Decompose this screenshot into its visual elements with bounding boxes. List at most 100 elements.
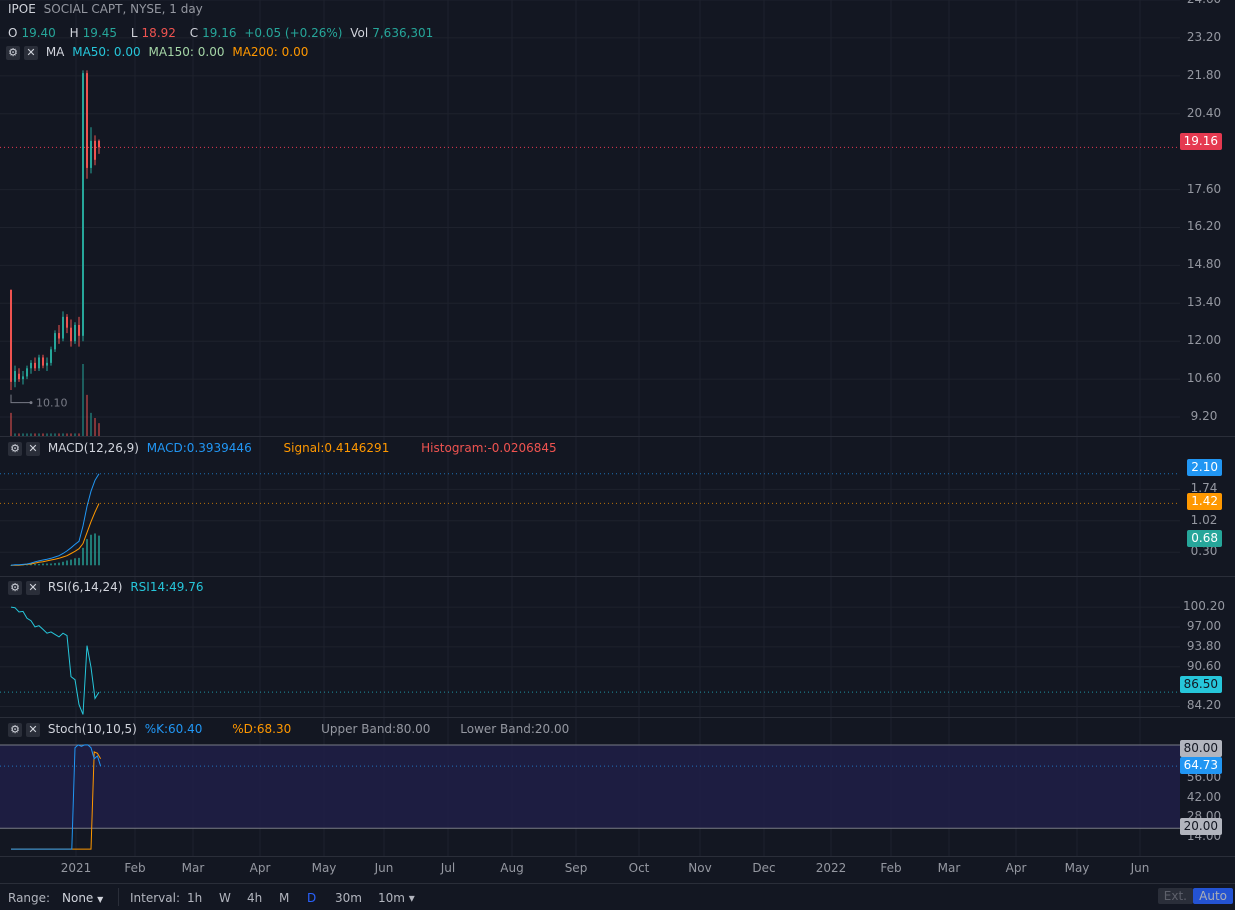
high-label: H [69,26,79,40]
settings-icon[interactable]: ⚙ [8,722,22,737]
macd-name: MACD(12,26,9) [47,441,139,455]
candle-body [14,371,16,382]
time-axis-label: May [311,861,337,875]
signal-value: Signal:0.4146291 [283,441,390,455]
close-icon[interactable]: ✕ [26,722,40,737]
macd-axis-label: 1.02 [1190,512,1218,527]
candle-body [54,333,56,350]
macd-legend: ⚙ ✕ MACD(12,26,9) MACD:0.3939446 Signal:0… [8,439,561,457]
histogram-last-tag: 0.68 [1187,530,1222,547]
macd-histogram-bar [74,558,76,566]
signal-last-tag: 1.42 [1187,493,1222,510]
macd-histogram-bar [58,562,60,566]
volume-value: 7,636,301 [372,26,434,40]
volume-bar [14,433,16,436]
stoch-name: Stoch(10,10,5) [47,722,137,736]
interval-button-4h[interactable]: 4h [247,891,262,905]
price-axis-label: 12.00 [1186,333,1222,348]
candle-body [74,324,76,342]
stoch-upper-tag: 80.00 [1179,740,1222,757]
stoch-axis-label: 42.00 [1186,789,1222,804]
volume-bar [66,433,68,436]
candle-body [46,362,48,366]
candle-body [82,73,84,336]
close-icon[interactable]: ✕ [26,441,40,456]
interval-button-W[interactable]: W [219,891,231,905]
interval-button-10m[interactable]: 10m ▾ [378,891,415,905]
volume-bar [34,433,36,436]
rsi-legend: ⚙ ✕ RSI(6,14,24) RSI14:49.76 [8,578,208,596]
macd-histogram-bar [86,539,88,566]
price-axis-label: 17.60 [1186,181,1222,196]
ext-button[interactable]: Ext. [1157,888,1193,904]
volume-bar [58,433,60,436]
rsi-axis-label: 97.00 [1186,618,1222,633]
interval-button-30m[interactable]: 30m [335,891,362,905]
macd-line [10,473,100,566]
volume-bar [18,433,20,436]
interval-button-1h[interactable]: 1h [187,891,202,905]
candle-body [30,362,32,369]
interval-button-M[interactable]: M [279,891,289,905]
close-icon[interactable]: ✕ [26,580,40,595]
histogram-value: Histogram:-0.0206845 [421,441,557,455]
divider [118,888,119,906]
macd-histogram-bar [62,561,64,566]
ma150-value: MA150: 0.00 [148,45,225,59]
settings-icon[interactable]: ⚙ [8,580,22,595]
rsi-axis-label: 100.20 [1183,599,1225,614]
settings-icon[interactable]: ⚙ [8,441,22,456]
close-icon[interactable]: ✕ [24,45,38,60]
macd-histogram-bar [94,533,96,566]
candle-body [18,373,20,380]
macd-histogram-bar [46,563,48,566]
volume-bar [22,433,24,436]
ma-legend: ⚙ ✕ MA MA50: 0.00 MA150: 0.00 MA200: 0.00 [6,43,312,61]
time-axis-label: Feb [124,861,146,875]
symbol-description: SOCIAL CAPT, NYSE, 1 day [43,2,203,16]
auto-button[interactable]: Auto [1193,888,1233,904]
macd-last-tag: 2.10 [1187,459,1222,476]
volume-bar [46,433,48,436]
volume-bar [86,394,88,436]
price-axis-label: 21.80 [1186,67,1222,82]
range-value: None [62,891,94,905]
stoch-d-value: %D:68.30 [232,722,292,736]
time-axis-label: May [1064,861,1090,875]
time-axis-label: 2022 [815,861,847,875]
candle-body [10,289,12,382]
time-axis-label: Aug [500,861,524,875]
range-select[interactable]: None ▼ [62,891,103,905]
candle-body [66,316,68,328]
candle-body [98,140,100,148]
candle-body [50,349,52,363]
volume-bar [50,433,52,436]
time-axis-label: Sep [564,861,588,875]
candle-body [78,324,80,336]
price-axis-label: 14.80 [1186,257,1222,272]
volume-bar [82,364,84,436]
low-marker-label: 10.10 [36,397,68,410]
candle-body [70,327,72,342]
settings-icon[interactable]: ⚙ [6,45,20,60]
time-axis-label: Apr [249,861,271,875]
volume-bar [30,433,32,436]
price-axis-label: 24.60 [1176,0,1232,6]
time-axis-label: Nov [688,861,712,875]
symbol-legend: IPOE SOCIAL CAPT, NYSE, 1 day [8,0,207,18]
candle-body [42,357,44,366]
macd-histogram-bar [70,559,72,566]
interval-button-D[interactable]: D [307,891,316,905]
stoch-legend: ⚙ ✕ Stoch(10,10,5) %K:60.40 %D:68.30 Uppe… [8,720,573,738]
macd-histogram-bar [66,560,68,566]
time-axis-label: Jun [1130,861,1150,875]
ohlc-legend: O 19.40 H 19.45 L 18.92 C 19.16 +0.05 (+0.26… [8,24,437,42]
volume-bar [70,433,72,436]
rsi-axis-label: 90.60 [1186,658,1222,673]
open-value: 19.40 [21,26,56,40]
time-axis-label: Jul [440,861,456,875]
volume-label: Vol [350,26,369,40]
ma50-value: MA50: 0.00 [72,45,141,59]
volume-bar [38,433,40,436]
price-axis-label: 20.40 [1186,105,1222,120]
